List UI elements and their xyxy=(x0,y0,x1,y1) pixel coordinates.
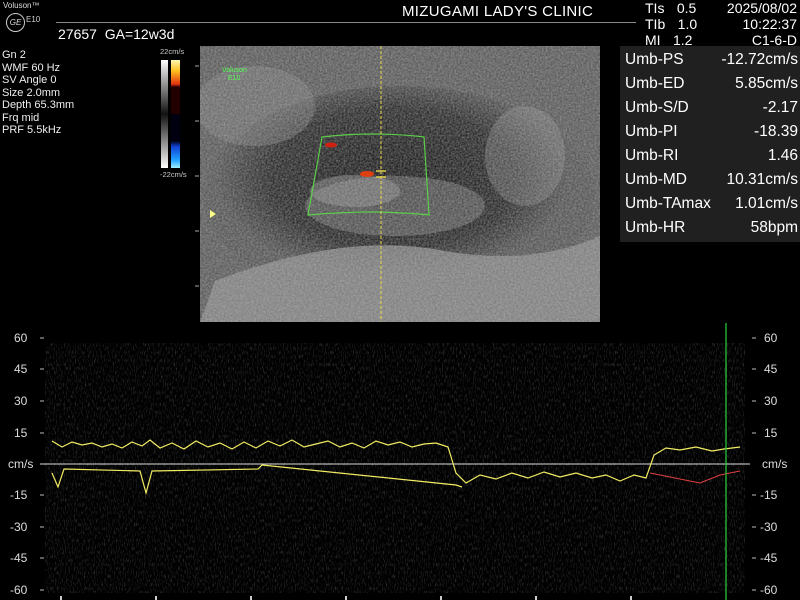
measurement-value: 1.01cm/s xyxy=(735,195,798,212)
measurement-row: Umb-HR 58bpm xyxy=(620,216,798,240)
scale-unit-left: cm/s xyxy=(8,457,34,471)
colorbar-max-label: 22cm/s xyxy=(160,47,185,56)
measurement-label: Umb-MD xyxy=(625,171,687,188)
scale-tick-right: 45 xyxy=(764,362,778,376)
measurement-value: 58bpm xyxy=(750,219,798,236)
scale-tick-right: 30 xyxy=(764,394,778,408)
measurement-row: Umb-TAmax 1.01cm/s xyxy=(620,192,798,216)
acquisition-params: Gn 2 WMF 60 Hz SV Angle 0 Size 2.0mm Dep… xyxy=(2,49,74,137)
measurement-row: Umb-PI -18.39 xyxy=(620,120,798,144)
clinic-name: MIZUGAMI LADY'S CLINIC xyxy=(402,3,594,20)
measurement-value: 1.46 xyxy=(767,147,798,164)
param-frequency: Frq mid xyxy=(2,111,40,124)
measurement-value: 10.31cm/s xyxy=(726,171,798,188)
bmode-image xyxy=(195,46,600,322)
param-prf: PRF 5.5kHz xyxy=(2,124,62,136)
index-tib: TIb 1.0 xyxy=(645,16,697,32)
index-value: 1.0 xyxy=(677,16,698,32)
param-wmf: WMF 60 Hz xyxy=(2,61,61,74)
measurement-value: 5.85cm/s xyxy=(735,75,798,92)
exam-datetime: 2025/08/02 10:22:37 C1-6-D xyxy=(700,0,797,48)
ge-logo-icon: GE xyxy=(6,13,25,32)
scale-tick-left: -60 xyxy=(10,583,28,597)
param-size: Size 2.0mm xyxy=(2,86,61,99)
gestational-age: GA=12w3d xyxy=(104,26,175,42)
param-depth: Depth 65.3mm xyxy=(2,99,75,111)
image-watermark: Voluson E10 xyxy=(222,67,247,83)
index-value: 0.5 xyxy=(676,0,697,16)
brand-name: Voluson™ xyxy=(3,1,40,10)
safety-indices: TIs 0.5 TIb 1.0 MI 1.2 xyxy=(645,0,697,48)
model-name: E10 xyxy=(26,15,41,24)
scale-tick-left: 15 xyxy=(14,426,28,440)
focus-marker-icon xyxy=(210,210,216,218)
measurement-row: Umb-MD 10.31cm/s xyxy=(620,168,798,192)
measurement-value: -12.72cm/s xyxy=(721,51,798,68)
measurement-label: Umb-ED xyxy=(625,75,685,92)
pw-doppler-spectrum xyxy=(40,323,756,600)
measurement-label: Umb-TAmax xyxy=(625,195,711,212)
scale-tick-left: 45 xyxy=(14,362,28,376)
index-label: TIb xyxy=(645,16,666,32)
measurement-label: Umb-PI xyxy=(625,123,678,140)
measurement-label: Umb-S/D xyxy=(625,99,689,116)
measurement-value: -2.17 xyxy=(762,99,798,116)
header-divider xyxy=(56,22,636,23)
scale-tick-right: -45 xyxy=(760,551,778,565)
scale-tick-right: 60 xyxy=(764,331,778,345)
measurement-label: Umb-PS xyxy=(625,51,684,68)
measurement-row: Umb-PS -12.72cm/s xyxy=(620,48,798,72)
index-tis: TIs 0.5 xyxy=(645,0,697,16)
scale-tick-right: -15 xyxy=(760,488,778,502)
measurement-row: Umb-RI 1.46 xyxy=(620,144,798,168)
watermark-line2: E10 xyxy=(228,75,241,82)
index-label: TIs xyxy=(645,0,665,16)
patient-info: 27657 GA=12w3d xyxy=(58,26,174,42)
scale-unit-right: cm/s xyxy=(762,457,788,471)
watermark-line1: Voluson xyxy=(222,67,247,74)
scale-tick-left: 30 xyxy=(14,394,28,408)
scale-tick-right: -60 xyxy=(760,583,778,597)
scale-tick-left: -30 xyxy=(10,520,28,534)
measurement-value: -18.39 xyxy=(754,123,798,140)
measurement-row: Umb-S/D -2.17 xyxy=(620,96,798,120)
exam-date: 2025/08/02 xyxy=(726,0,797,16)
patient-id: 27657 xyxy=(58,26,97,42)
param-gain: Gn 2 xyxy=(2,49,26,61)
colorbar-min-label: -22cm/s xyxy=(160,170,187,179)
measurement-row: Umb-ED 5.85cm/s xyxy=(620,72,798,96)
scale-tick-left: 60 xyxy=(14,331,28,345)
exam-time: 10:22:37 xyxy=(742,16,798,32)
scale-tick-left: -45 xyxy=(10,551,28,565)
measurement-label: Umb-RI xyxy=(625,147,679,164)
measurement-panel: Umb-PS -12.72cm/s Umb-ED 5.85cm/s Umb-S/D -… xyxy=(620,46,800,242)
param-sv-angle: SV Angle 0 xyxy=(2,74,57,86)
color-velocity-bar xyxy=(161,60,180,168)
scale-tick-left: -15 xyxy=(10,488,28,502)
measurement-label: Umb-HR xyxy=(625,219,686,236)
scale-tick-right: 15 xyxy=(764,426,778,440)
ge-voluson-logo: Voluson™ GE E10 xyxy=(2,1,54,44)
scale-tick-right: -30 xyxy=(760,520,778,534)
